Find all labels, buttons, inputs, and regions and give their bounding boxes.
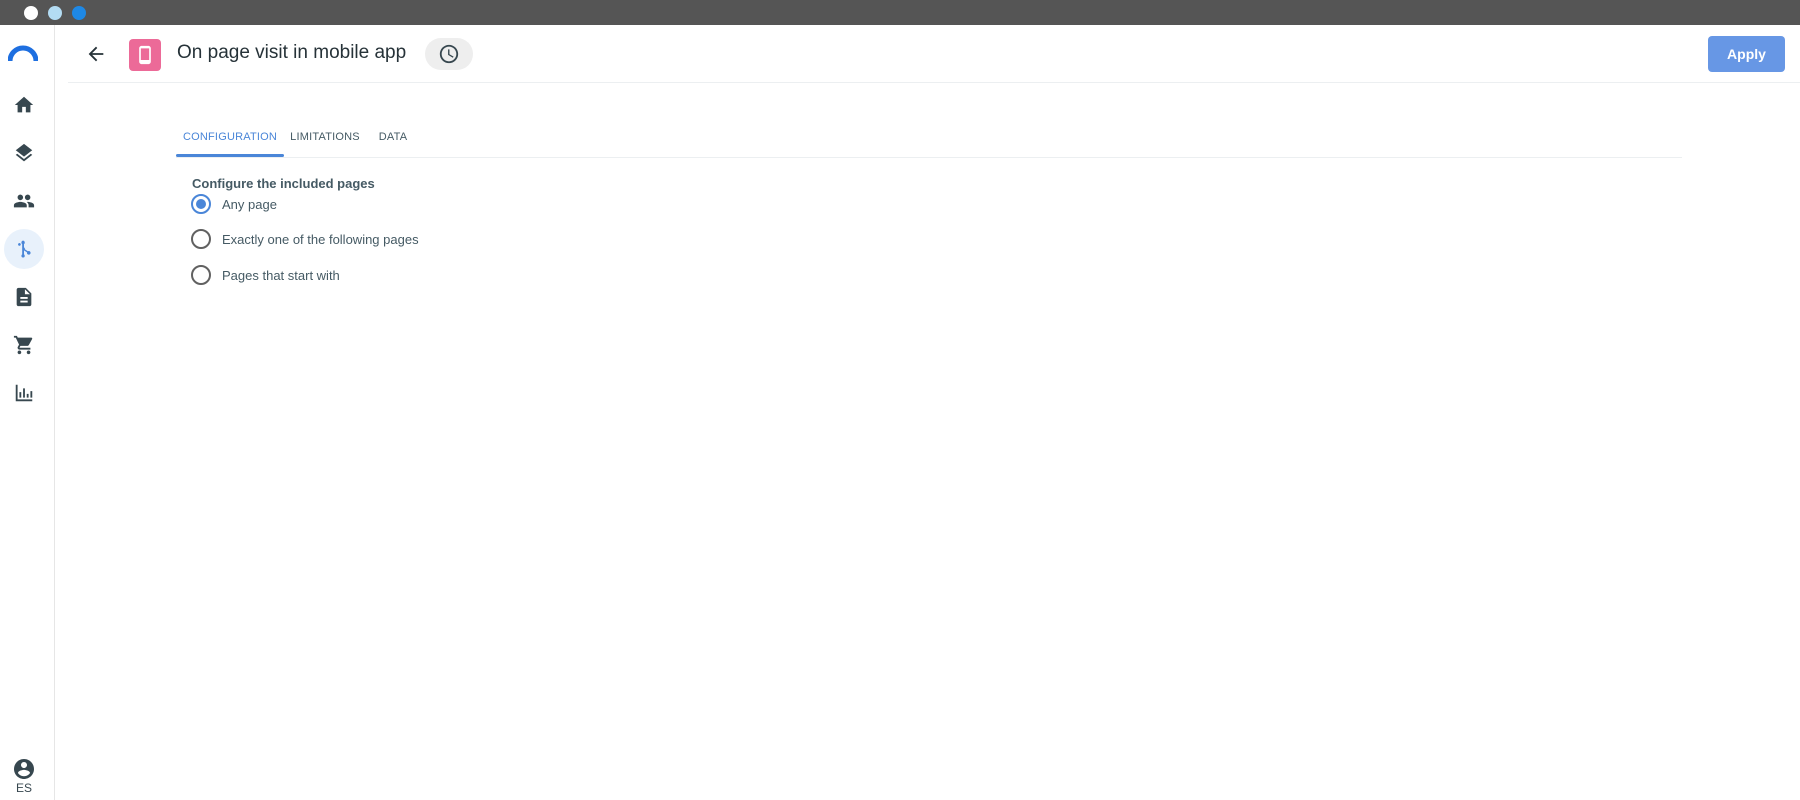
tab-limitations[interactable]: LIMITATIONS (284, 116, 366, 158)
radio-button[interactable] (191, 265, 211, 285)
user-menu[interactable]: ES (4, 757, 44, 797)
page-header: On page visit in mobile app Apply (68, 25, 1800, 83)
mobile-app-badge (129, 39, 161, 71)
logo-icon[interactable] (8, 44, 38, 62)
window-titlebar (0, 0, 1800, 25)
account-icon (14, 759, 34, 779)
apply-button[interactable]: Apply (1708, 36, 1785, 72)
user-initials: ES (15, 781, 32, 795)
active-tab-indicator (176, 154, 284, 157)
radio-label: Pages that start with (222, 267, 340, 283)
page-title: On page visit in mobile app (177, 42, 407, 63)
tab-data[interactable]: DATA (366, 116, 420, 158)
sidebar-item-flows[interactable] (4, 229, 44, 269)
history-button[interactable] (425, 38, 473, 70)
sidebar-item-people[interactable] (4, 181, 44, 221)
radio-label: Exactly one of the following pages (222, 231, 419, 247)
window-maximize-button[interactable] (72, 6, 86, 20)
clock-icon (439, 44, 459, 64)
window-minimize-button[interactable] (48, 6, 62, 20)
bar-chart-icon (15, 384, 33, 402)
cart-icon (13, 335, 33, 355)
radio-any-page[interactable]: Any page (191, 193, 277, 215)
document-icon (16, 287, 32, 307)
radio-exactly-one[interactable]: Exactly one of the following pages (191, 228, 419, 250)
arrow-back-icon (88, 46, 104, 62)
tab-configuration[interactable]: CONFIGURATION (176, 116, 284, 158)
sidebar-item-documents[interactable] (4, 277, 44, 317)
sidebar-item-layers[interactable] (4, 133, 44, 173)
flow-icon (18, 240, 31, 258)
radio-button[interactable] (191, 194, 211, 214)
home-icon (14, 96, 34, 113)
people-icon (13, 194, 35, 208)
layers-icon (15, 143, 33, 162)
smartphone-icon (139, 45, 151, 65)
tab-bar: CONFIGURATION LIMITATIONS DATA (176, 116, 1682, 158)
sidebar-item-home[interactable] (4, 85, 44, 125)
window-close-button[interactable] (24, 6, 38, 20)
sidebar: ES (0, 25, 55, 800)
radio-starts-with[interactable]: Pages that start with (191, 264, 340, 286)
sidebar-item-cart[interactable] (4, 325, 44, 365)
back-button[interactable] (82, 40, 110, 68)
radio-label: Any page (222, 196, 277, 212)
sidebar-item-analytics[interactable] (4, 373, 44, 413)
radio-button[interactable] (191, 229, 211, 249)
section-label: Configure the included pages (192, 176, 375, 191)
